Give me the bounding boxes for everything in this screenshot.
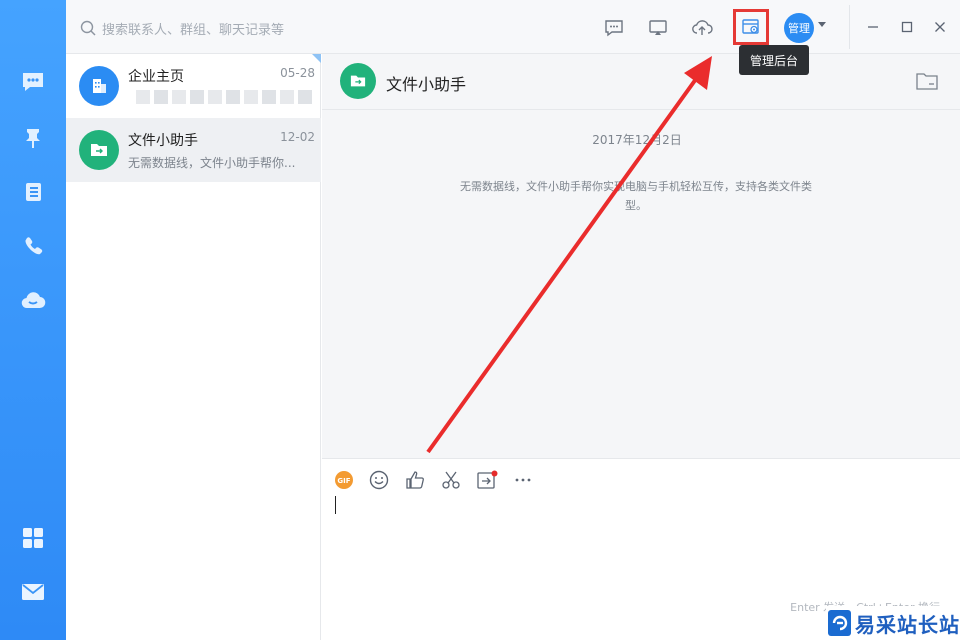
watermark-logo-icon	[828, 610, 851, 636]
building-icon	[79, 66, 119, 106]
divider	[849, 5, 850, 49]
thumbs-up-icon[interactable]	[402, 467, 428, 493]
chat-title: 文件小助手	[386, 75, 467, 94]
cloud-upload-icon[interactable]	[688, 14, 716, 42]
emoji-icon[interactable]	[366, 467, 392, 493]
more-icon[interactable]	[510, 467, 536, 493]
phone-icon[interactable]	[0, 226, 66, 266]
gif-icon[interactable]: GIF	[331, 467, 357, 493]
watermark: 易采站长站	[826, 606, 960, 640]
file-folder-icon[interactable]	[914, 68, 940, 94]
close-icon[interactable]	[929, 16, 951, 38]
scissors-icon[interactable]	[438, 467, 464, 493]
contacts-icon[interactable]	[0, 172, 66, 212]
search-icon	[80, 20, 96, 36]
chat-icon[interactable]	[0, 62, 66, 102]
session-list: 企业主页 05-28 文件小助手 12-02 无需数据线，文件小助手帮你...	[66, 54, 321, 640]
folder-icon	[79, 130, 119, 170]
tooltip: 管理后台	[739, 45, 809, 75]
nav-rail	[0, 0, 66, 640]
admin-console-icon[interactable]	[733, 9, 769, 45]
apps-grid-icon[interactable]	[0, 518, 66, 558]
mail-icon[interactable]	[0, 572, 66, 612]
top-bar: 搜索联系人、群组、聊天记录等 管理	[66, 0, 960, 54]
chevron-down-icon[interactable]	[818, 22, 826, 27]
list-item[interactable]: 企业主页 05-28	[66, 54, 321, 118]
avatar[interactable]: 管理	[784, 13, 814, 43]
maximize-icon[interactable]	[896, 16, 918, 38]
session-name: 文件小助手	[128, 133, 198, 149]
chat-panel: 文件小助手 2017年12月2日 无需数据线，文件小助手帮你实现电脑与手机轻松互…	[322, 54, 960, 640]
send-file-icon[interactable]	[474, 467, 500, 493]
chat-header: 文件小助手	[322, 54, 960, 110]
system-message: 无需数据线，文件小助手帮你实现电脑与手机轻松互传，支持各类文件类型。	[460, 180, 812, 212]
session-date: 05-28	[280, 66, 315, 80]
session-date: 12-02	[280, 130, 315, 144]
search-input[interactable]: 搜索联系人、群组、聊天记录等	[80, 17, 320, 39]
pin-icon[interactable]	[0, 118, 66, 158]
session-preview: 无需数据线，文件小助手帮你...	[128, 156, 296, 170]
search-placeholder: 搜索联系人、群组、聊天记录等	[102, 22, 285, 38]
text-caret	[335, 496, 336, 514]
list-item[interactable]: 文件小助手 12-02 无需数据线，文件小助手帮你...	[66, 118, 321, 182]
message-date: 2017年12月2日	[592, 133, 682, 147]
screen-share-icon[interactable]	[644, 14, 672, 42]
session-name: 企业主页	[128, 69, 184, 85]
redacted-preview	[136, 90, 312, 104]
message-icon[interactable]	[600, 14, 628, 42]
watermark-text: 易采站长站	[855, 612, 960, 637]
folder-icon	[340, 63, 376, 99]
pin-marker	[312, 54, 321, 63]
minimize-icon[interactable]	[862, 16, 884, 38]
svg-text:GIF: GIF	[337, 477, 350, 485]
cloud-icon[interactable]	[0, 280, 66, 320]
